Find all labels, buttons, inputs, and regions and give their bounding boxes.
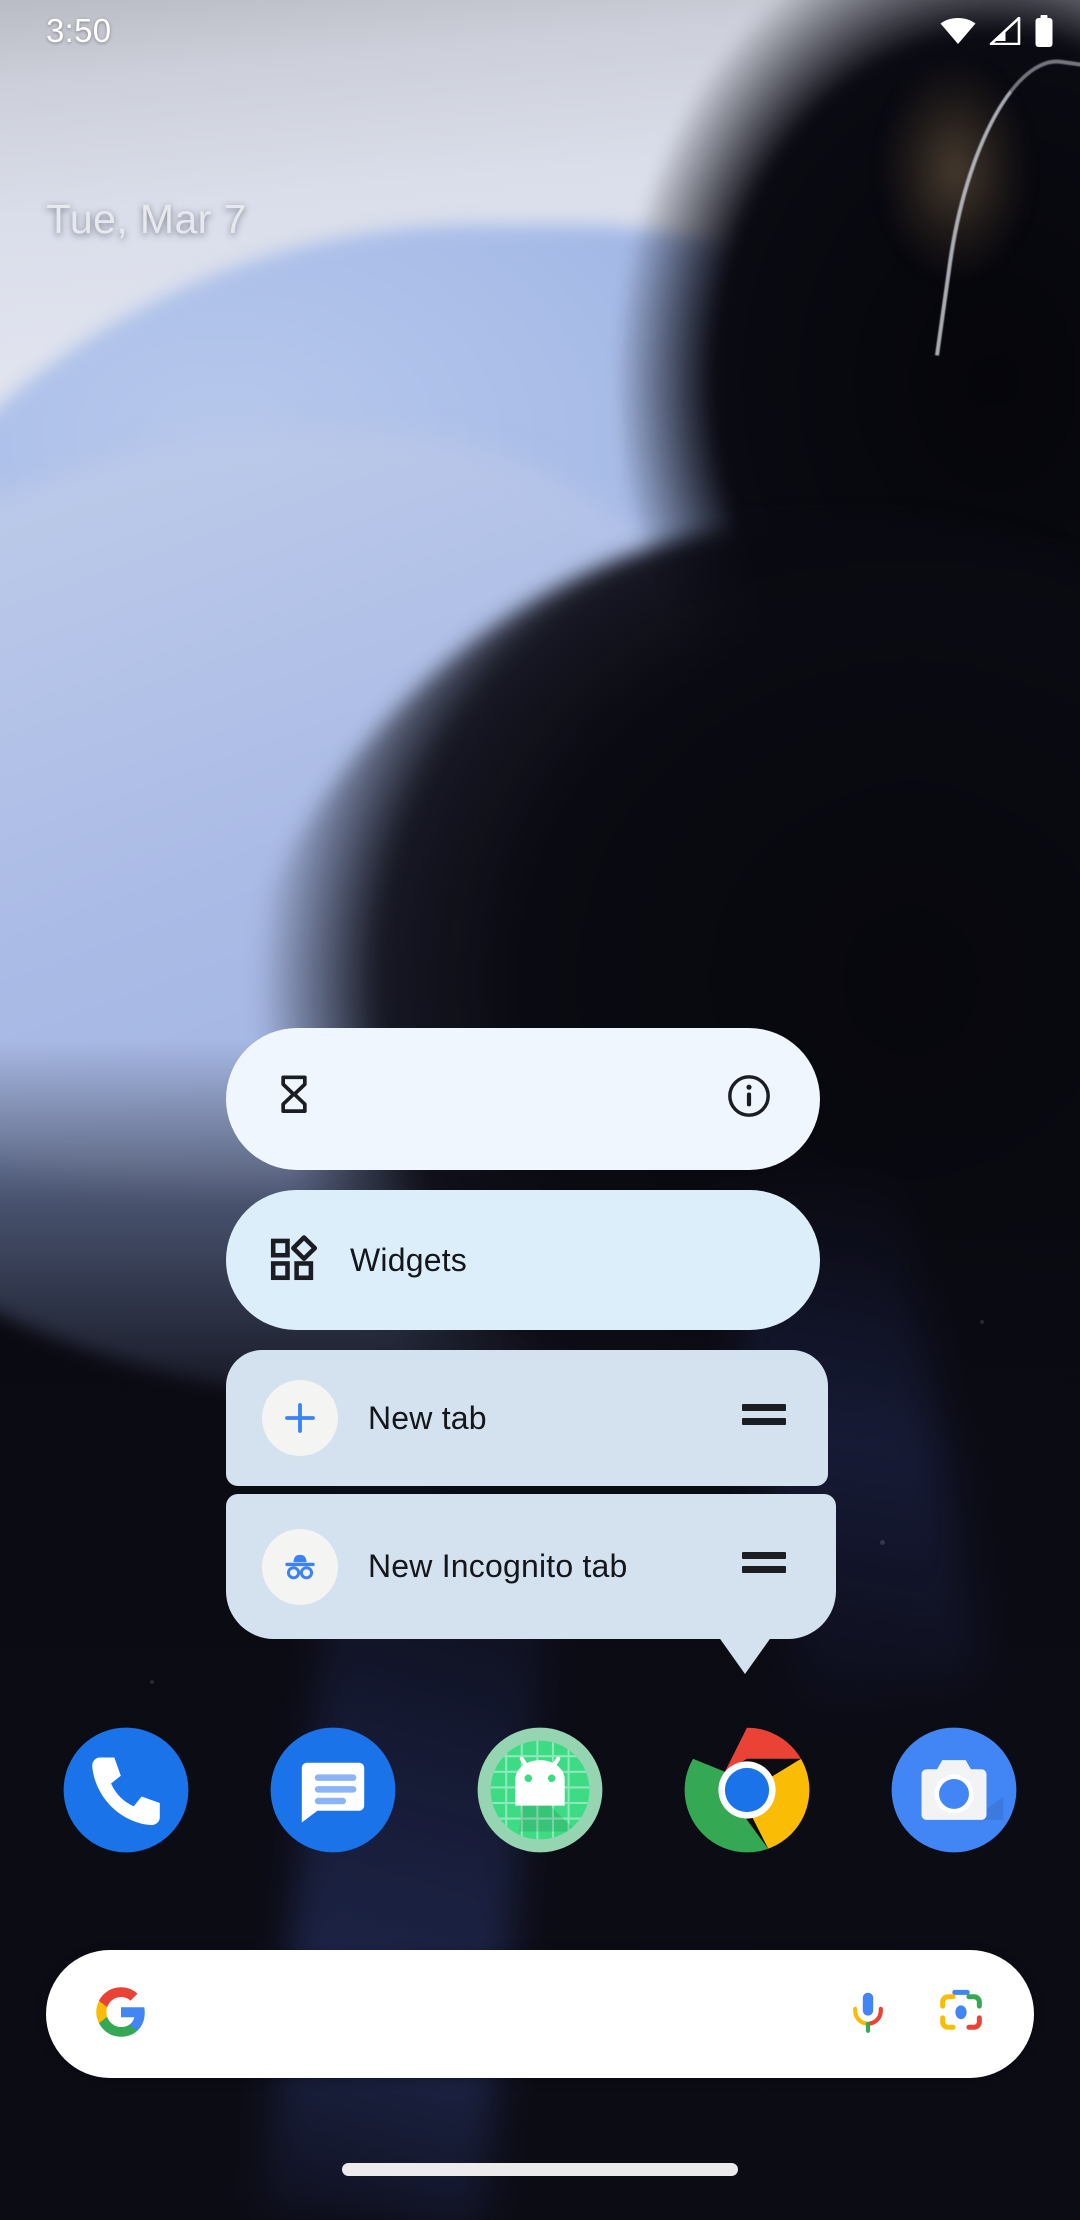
info-circle-icon[interactable] (726, 1073, 778, 1125)
popup-row-new-incognito-tab-label: New Incognito tab (368, 1548, 628, 1584)
popup-row-new-tab[interactable]: New tab (226, 1350, 828, 1486)
popup-row-app-actions[interactable] (226, 1028, 820, 1170)
plus-icon (262, 1380, 338, 1456)
incognito-icon (262, 1528, 338, 1605)
drag-handle-icon[interactable] (742, 1404, 786, 1425)
hourglass-icon[interactable] (268, 1073, 320, 1125)
popup-row-new-tab-label: New tab (368, 1399, 487, 1436)
drag-handle-icon[interactable] (742, 1552, 786, 1573)
app-long-press-popup-menu: Widgets New tab New Incognito tab (0, 0, 1080, 2220)
popup-row-new-incognito-tab[interactable]: New Incognito tab (226, 1494, 836, 1639)
widgets-icon (268, 1234, 320, 1286)
popup-row-widgets[interactable]: Widgets (226, 1190, 820, 1330)
popup-row-widgets-label: Widgets (350, 1241, 467, 1278)
popup-pointer-tail (718, 1636, 772, 1674)
